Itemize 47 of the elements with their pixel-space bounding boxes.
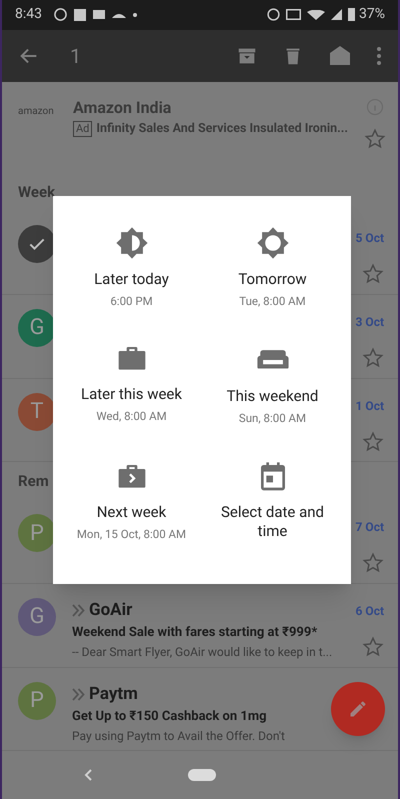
selected-count: 1 (70, 42, 82, 70)
section-header: Week (18, 182, 56, 203)
star-icon[interactable] (362, 636, 384, 658)
compose-button[interactable] (331, 682, 385, 736)
sender-name: GoAir (89, 598, 132, 622)
email-date: 1 Oct (356, 398, 384, 415)
mail-icon (93, 10, 105, 20)
pencil-icon (348, 699, 368, 719)
star-icon[interactable] (362, 346, 384, 369)
star-icon[interactable] (362, 552, 384, 574)
avatar[interactable] (18, 225, 56, 264)
sender-name: Paytm (89, 682, 138, 706)
importance-icon (72, 604, 85, 618)
snooze-option[interactable]: Later today 6:00 PM (61, 214, 202, 332)
email-snippet: Pay using Paytm to Avail the Offer. Don't (72, 728, 285, 745)
sender-name: Amazon India (73, 96, 172, 119)
wifi-icon (307, 10, 325, 20)
battery-icon (348, 8, 355, 22)
email-date: 3 Oct (356, 314, 384, 331)
importance-icon (72, 688, 85, 701)
snooze-option[interactable]: This weekend Sun, 8:00 AM (202, 331, 343, 449)
dot-icon (133, 12, 137, 17)
signal-icon (331, 9, 342, 20)
star-icon[interactable] (362, 430, 384, 453)
snooze-option[interactable]: Select date and time (202, 448, 343, 566)
email-subject: Weekend Sale with fares starting at ₹999* (72, 624, 318, 642)
clock: 8:43 (15, 5, 42, 24)
sun-icon (256, 226, 290, 260)
email-subject: Infinity Sales And Services Insulated Ironin... (96, 120, 348, 138)
brightness-icon (114, 226, 148, 260)
snooze-option[interactable]: Next week Mon, 15 Oct, 8:00 AM (61, 448, 202, 566)
star-icon[interactable] (364, 128, 386, 150)
email-subject: Get Up to ₹150 Cashback on 1mg (72, 708, 267, 726)
email-snippet: -- Dear Smart Flyer, GoAir would like to keep in t... (72, 644, 332, 661)
sender-logo: amazon (18, 104, 55, 119)
battery-percent: 37% (359, 5, 385, 24)
ad-badge: Ad (73, 121, 92, 138)
section-header: Rem (18, 470, 49, 492)
home-button[interactable] (188, 769, 216, 782)
snooze-option[interactable]: Tomorrow Tue, 8:00 AM (202, 214, 343, 332)
star-icon[interactable] (362, 263, 384, 286)
snooze-option[interactable]: Later this week Wed, 8:00 AM (61, 331, 202, 449)
square-app-icon (74, 8, 86, 21)
email-date: 6 Oct (356, 602, 384, 620)
email-date: 5 Oct (356, 230, 384, 248)
more-icon[interactable] (376, 46, 382, 66)
email-date: 7 Oct (356, 519, 384, 536)
